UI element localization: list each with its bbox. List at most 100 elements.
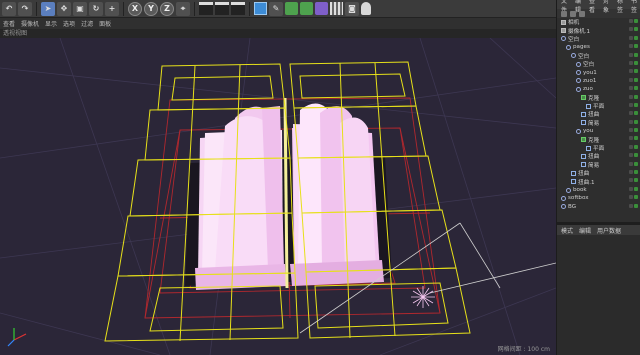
visibility-flags[interactable] [629, 178, 638, 183]
scale-tool-icon[interactable]: ▣ [73, 1, 87, 16]
visibility-dot-icon[interactable] [629, 195, 633, 200]
tab-mode[interactable]: 模式 [561, 226, 573, 235]
camera-icon[interactable]: ◙ [345, 1, 359, 16]
tree-item[interactable]: 平面 [557, 102, 640, 110]
enabled-check-icon[interactable] [634, 52, 638, 57]
tab-edit[interactable]: 编辑 [579, 226, 591, 235]
visibility-dot-icon[interactable] [629, 186, 633, 191]
menu-cameras[interactable]: 摄像机 [21, 19, 39, 28]
enabled-check-icon[interactable] [634, 119, 638, 124]
tree-item[interactable]: 克隆 [557, 135, 640, 144]
visibility-flags[interactable] [629, 186, 638, 191]
enabled-check-icon[interactable] [634, 86, 638, 91]
visibility-dot-icon[interactable] [629, 60, 633, 65]
enabled-check-icon[interactable] [634, 69, 638, 74]
tree-item[interactable]: zuo1 [557, 77, 640, 85]
enabled-check-icon[interactable] [634, 60, 638, 65]
visibility-dot-icon[interactable] [629, 153, 633, 158]
visibility-flags[interactable] [629, 86, 638, 91]
enabled-check-icon[interactable] [634, 136, 638, 141]
tree-item[interactable]: softbox [557, 194, 640, 202]
redo-icon[interactable]: ↷ [18, 1, 32, 16]
tree-item[interactable]: 空白 [557, 52, 640, 60]
visibility-dot-icon[interactable] [629, 119, 633, 124]
tree-item[interactable]: 空白 [557, 60, 640, 68]
enabled-check-icon[interactable] [634, 27, 638, 32]
visibility-dot-icon[interactable] [629, 111, 633, 116]
visibility-dot-icon[interactable] [629, 35, 633, 40]
visibility-flags[interactable] [629, 195, 638, 200]
visibility-dot-icon[interactable] [629, 52, 633, 57]
visibility-flags[interactable] [629, 69, 638, 74]
enabled-check-icon[interactable] [634, 195, 638, 200]
menu-view[interactable]: 查看 [3, 19, 15, 28]
visibility-dot-icon[interactable] [629, 102, 633, 107]
visibility-dot-icon[interactable] [629, 203, 633, 208]
menu-options[interactable]: 选项 [63, 19, 75, 28]
visibility-flags[interactable] [629, 203, 638, 208]
visibility-flags[interactable] [629, 19, 638, 23]
enabled-check-icon[interactable] [634, 77, 638, 82]
light-source-icon[interactable] [411, 286, 435, 308]
tree-item[interactable]: 扭曲.1 [557, 177, 640, 186]
move-tool-icon[interactable]: ✥ [57, 1, 71, 16]
menu-display[interactable]: 显示 [45, 19, 57, 28]
tab-user-data[interactable]: 用户数据 [597, 226, 621, 235]
menu-view[interactable]: 查看 [589, 0, 598, 14]
render-settings-icon[interactable] [231, 2, 245, 15]
enabled-check-icon[interactable] [634, 35, 638, 40]
undo-icon[interactable]: ↶ [2, 1, 16, 16]
enabled-check-icon[interactable] [634, 203, 638, 208]
axis-x-button[interactable]: X [128, 1, 142, 16]
menu-filter[interactable]: 过滤 [81, 19, 93, 28]
tree-item[interactable]: 摄像机.1 [557, 26, 640, 35]
visibility-dot-icon[interactable] [629, 77, 633, 82]
enabled-check-icon[interactable] [634, 128, 638, 133]
tree-item[interactable]: pages [557, 43, 640, 51]
enabled-check-icon[interactable] [634, 170, 638, 175]
visibility-flags[interactable] [629, 111, 638, 116]
menu-objects[interactable]: 对象 [603, 0, 612, 14]
visibility-flags[interactable] [629, 60, 638, 65]
tree-item[interactable]: 平面 [557, 144, 640, 152]
cube-icon[interactable] [254, 2, 267, 15]
light-icon[interactable] [361, 2, 371, 15]
search-icon[interactable] [561, 10, 567, 17]
enabled-check-icon[interactable] [634, 178, 638, 183]
menu-panel[interactable]: 面板 [99, 19, 111, 28]
visibility-flags[interactable] [629, 35, 638, 40]
menu-bookmarks[interactable]: 书签 [631, 0, 640, 14]
tree-item[interactable]: zuo [557, 85, 640, 93]
visibility-flags[interactable] [629, 153, 638, 158]
visibility-dot-icon[interactable] [629, 128, 633, 133]
visibility-dot-icon[interactable] [629, 44, 633, 49]
render-picture-viewer-icon[interactable] [215, 2, 229, 15]
visibility-dot-icon[interactable] [629, 86, 633, 91]
visibility-dot-icon[interactable] [629, 178, 633, 183]
visibility-dot-icon[interactable] [629, 94, 633, 99]
tree-item[interactable]: 相机 [557, 18, 640, 26]
enabled-check-icon[interactable] [634, 186, 638, 191]
visibility-flags[interactable] [629, 136, 638, 141]
visibility-flags[interactable] [629, 119, 638, 124]
visibility-dot-icon[interactable] [629, 144, 633, 149]
render-view-icon[interactable] [199, 2, 213, 15]
tree-item[interactable]: you1 [557, 68, 640, 76]
tree-item[interactable]: you [557, 127, 640, 135]
visibility-flags[interactable] [629, 144, 638, 149]
select-tool-icon[interactable]: ➤ [41, 1, 55, 16]
tree-item[interactable]: 扭曲 [557, 152, 640, 160]
perspective-viewport[interactable]: 网格间距 : 100 cm [0, 38, 556, 355]
menu-tags[interactable]: 标签 [617, 0, 626, 14]
add-tool-icon[interactable]: + [105, 1, 119, 16]
subdivision-icon[interactable] [285, 2, 298, 15]
tree-item[interactable]: 空白 [557, 35, 640, 43]
enabled-check-icon[interactable] [634, 102, 638, 107]
home-icon[interactable] [579, 10, 585, 17]
visibility-flags[interactable] [629, 77, 638, 82]
enabled-check-icon[interactable] [634, 144, 638, 149]
visibility-flags[interactable] [629, 102, 638, 107]
enabled-check-icon[interactable] [634, 111, 638, 116]
tree-item[interactable]: 简易 [557, 119, 640, 127]
tree-item[interactable]: BG [557, 203, 640, 211]
